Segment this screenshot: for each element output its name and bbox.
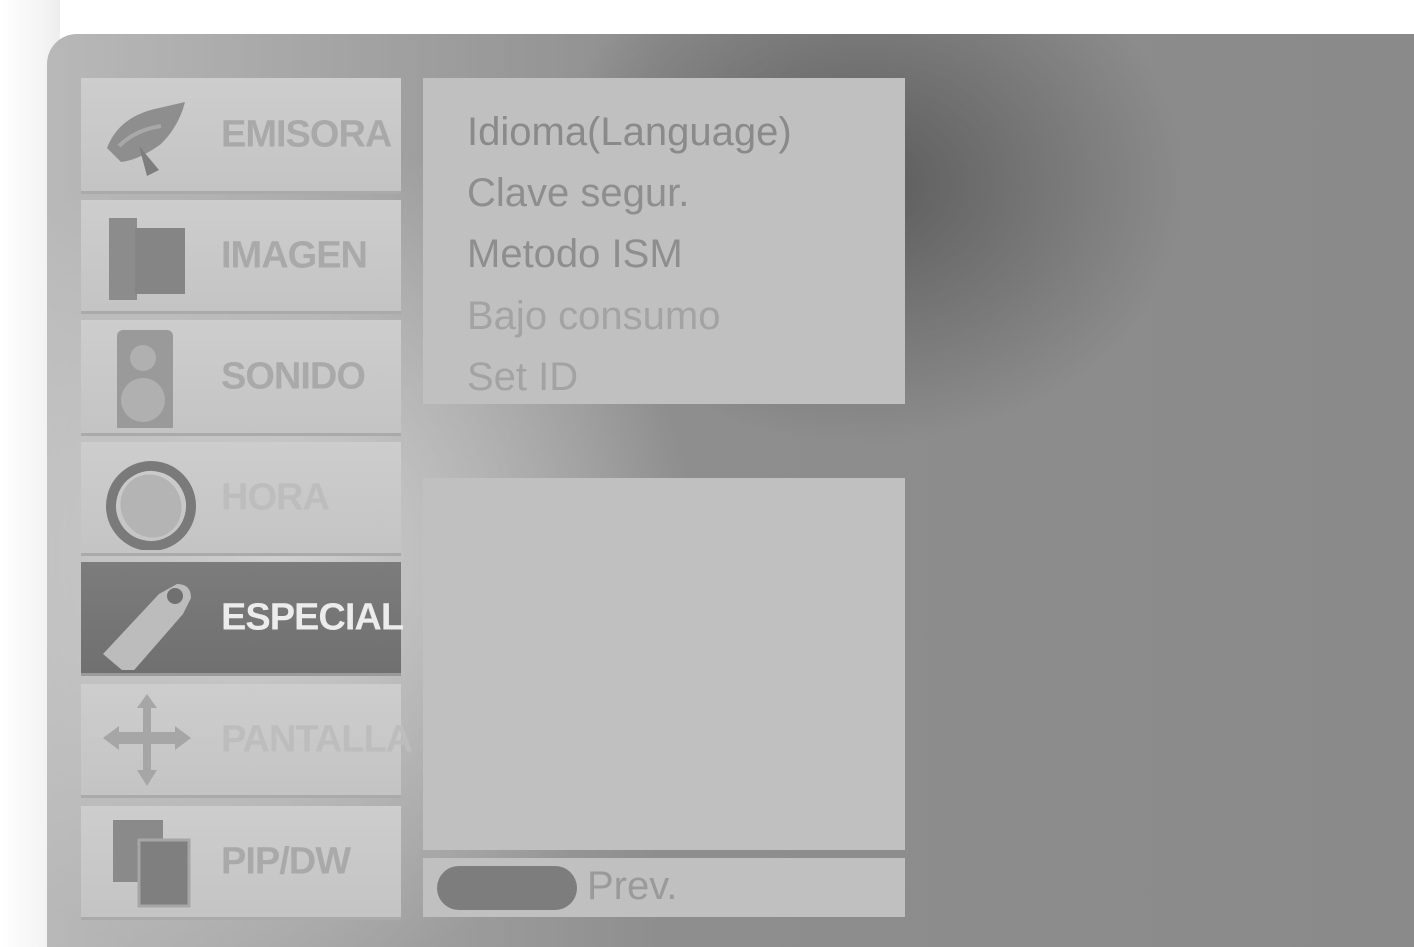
osd-menu-window: EMISORA IMAGEN SONIDO HORA ESPECIAL PANT… xyxy=(47,34,1414,947)
sidebar-item-especial[interactable]: ESPECIAL xyxy=(81,562,404,676)
sidebar-item-label: SONIDO xyxy=(221,355,366,397)
sidebar-item-emisora[interactable]: EMISORA xyxy=(81,78,401,194)
sidebar-item-label: EMISORA xyxy=(221,113,392,155)
move-arrows-icon xyxy=(103,694,191,786)
submenu-item-set-id[interactable]: Set ID xyxy=(467,355,578,400)
footer-bar: Prev. xyxy=(423,858,905,917)
submenu-item-clave-segur[interactable]: Clave segur. xyxy=(467,171,689,216)
clock-icon xyxy=(106,461,196,550)
sidebar-item-label: PIP/DW xyxy=(221,840,351,882)
submenu-item-bajo-consumo[interactable]: Bajo consumo xyxy=(467,294,720,339)
prev-label: Prev. xyxy=(587,864,678,908)
prev-button[interactable] xyxy=(437,866,577,910)
submenu-item-metodo-ism[interactable]: Metodo ISM xyxy=(467,232,683,277)
satellite-dish-icon xyxy=(107,102,185,176)
tag-icon xyxy=(103,584,191,670)
picture-icon xyxy=(109,218,185,300)
sidebar-item-pipdw[interactable]: PIP/DW xyxy=(81,806,401,920)
sidebar-item-label: HORA xyxy=(221,476,330,518)
sidebar-item-label: ESPECIAL xyxy=(221,596,404,638)
submenu-panel: Idioma(Language) Clave segur. Metodo ISM… xyxy=(423,78,905,404)
info-panel xyxy=(423,478,905,850)
sidebar-item-hora[interactable]: HORA xyxy=(81,442,401,556)
submenu-item-idioma[interactable]: Idioma(Language) xyxy=(467,110,792,155)
sidebar-item-pantalla[interactable]: PANTALLA xyxy=(81,684,413,798)
sidebar-item-sonido[interactable]: SONIDO xyxy=(81,320,401,436)
sidebar-item-imagen[interactable]: IMAGEN xyxy=(81,200,401,314)
pip-windows-icon xyxy=(113,820,191,908)
sidebar-item-label: PANTALLA xyxy=(221,718,413,760)
sidebar-item-label: IMAGEN xyxy=(221,234,368,276)
speaker-icon xyxy=(117,330,173,428)
